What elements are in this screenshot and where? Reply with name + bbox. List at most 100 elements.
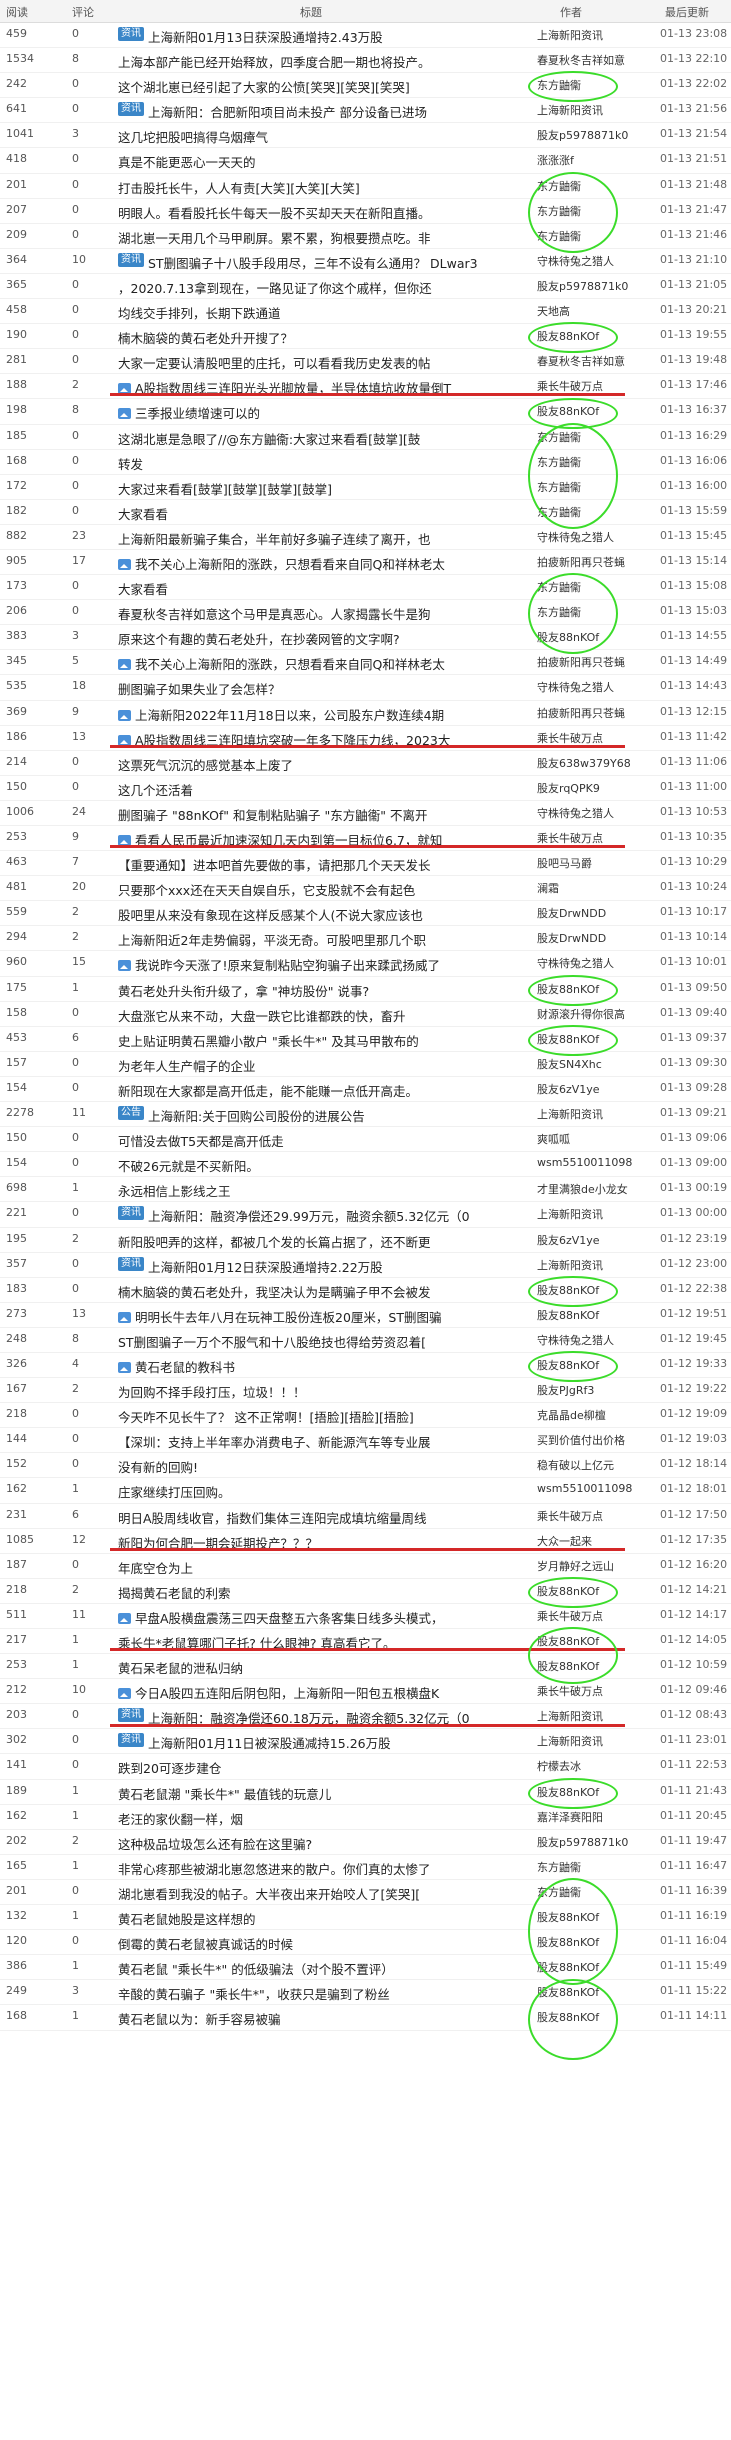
- table-row[interactable]: 218 2 揭揭黄石老鼠的利索 股友88nKOf 01-12 14:21: [0, 1579, 731, 1604]
- table-row[interactable]: 162 1 老汪的家伙翻一样，烟 嘉洋泽赛阳阳 01-11 20:45: [0, 1805, 731, 1830]
- post-title-link[interactable]: 股吧里从来没有象现在这样反感某个人(不说大家应该也: [118, 905, 526, 924]
- author-link[interactable]: 上海新阳资讯: [537, 1733, 637, 1749]
- table-row[interactable]: 207 0 明眼人。看看股托长牛每天一股不买却天天在新阳直播。 东方鼬衞 01-13 2…: [0, 199, 731, 224]
- post-title-link[interactable]: 楠木脑袋的黄石老处升，我坚决认为是瞒骗子甲不会被发: [118, 1282, 526, 1301]
- table-row[interactable]: 1534 8 上海本部产能已经开始释放，四季度合肥一期也将投产。 春夏秋冬吉祥如意 01…: [0, 48, 731, 74]
- post-title-link[interactable]: 这票死气沉沉的感觉基本上废了: [118, 755, 526, 774]
- table-row[interactable]: 1006 24 删图骗子 "88nKOf" 和复制粘贴骗子 "东方鼬衞" 不离开 守株…: [0, 801, 731, 826]
- table-row[interactable]: 641 0 资讯 上海新阳：合肥新阳项目尚未投产 部分设备已进场 上海新阳资讯 01-13…: [0, 98, 731, 124]
- table-row[interactable]: 150 0 可惜没去做T5天都是高开低走 爽呱呱 01-13 09:06: [0, 1127, 731, 1153]
- post-title-link[interactable]: 资讯 上海新阳：融资净偿还29.99万元，融资余额5.32亿元（0: [118, 1206, 526, 1225]
- post-title-link[interactable]: 我不关心上海新阳的涨跌，只想看看来自同Q和祥林老太: [118, 554, 526, 573]
- table-row[interactable]: 167 2 为回购不择手段打压，垃圾！！！ 股友PJgRf3 01-12 19:22: [0, 1378, 731, 1404]
- post-title-link[interactable]: 新阳股吧弄的这样，都被几个发的长篇占据了，还不断更: [118, 1232, 526, 1251]
- post-title-link[interactable]: 黄石呆老鼠的泄私归纳: [118, 1658, 526, 1677]
- table-row[interactable]: 242 0 这个湖北崽已经引起了大家的公愤[笑哭][笑哭][笑哭] 东方鼬衞 01-13…: [0, 73, 731, 99]
- post-title-link[interactable]: 明眼人。看看股托长牛每天一股不买却天天在新阳直播。: [118, 203, 526, 222]
- table-row[interactable]: 201 0 湖北崽看到我没的帖子。大半夜出来开始咬人了[笑哭][东方鼬衞 01-11 …: [0, 1880, 731, 1906]
- author-link[interactable]: 股友6zV1ye: [537, 1081, 637, 1097]
- table-row[interactable]: 202 2 这种极品垃圾怎么还有脸在这里骗? 股友p5978871k0 01-11 19…: [0, 1830, 731, 1855]
- table-row[interactable]: 481 20 只要那个xxx还在天天自娱自乐，它支股就不会有起色 澜霜 01-13 10…: [0, 876, 731, 902]
- author-link[interactable]: 股友PJgRf3: [537, 1382, 637, 1398]
- post-title-link[interactable]: 资讯 上海新阳01月12日获深股通增持2.22万股: [118, 1256, 526, 1276]
- table-row[interactable]: 144 0 【深圳：支持上半年率办消费电子、新能源汽车等专业展 买到价值付出价格 01-…: [0, 1428, 731, 1454]
- table-row[interactable]: 249 3 辛酸的黄石骗子 "乘长牛*"，收获只是骗到了粉丝 股友88nKOf 01-1…: [0, 1980, 731, 2006]
- post-title-link[interactable]: 黄石老鼠潮 "乘长牛*" 最值钱的玩意儿: [118, 1784, 526, 1803]
- author-link[interactable]: 春夏秋冬吉祥如意: [537, 52, 637, 68]
- post-title-link[interactable]: 这种极品垃圾怎么还有脸在这里骗?: [118, 1834, 526, 1853]
- post-title-link[interactable]: 我说昨今天涨了!原来复制粘贴空狗骗子出来蹂武扬威了: [118, 955, 526, 974]
- post-title-link[interactable]: 黄石老鼠她股是这样想的: [118, 1909, 526, 1928]
- post-title-link[interactable]: 庄家继续打压回购。: [118, 1482, 526, 1501]
- author-link[interactable]: 守株待兔之猎人: [537, 529, 637, 545]
- table-row[interactable]: 364 10 资讯 ST删图骗子十八股手段用尽，三年不设有么通用？ DLwar3 守株待…: [0, 249, 731, 274]
- table-row[interactable]: 158 0 大盘涨它从来不动，大盘一跌它比谁都跌的快，畜升 财源滚升得你很高 01-13…: [0, 1002, 731, 1027]
- table-row[interactable]: 201 0 打击股托长牛，人人有责[大笑][大笑][大笑] 东方鼬衞 01-13 21:…: [0, 174, 731, 199]
- table-row[interactable]: 168 1 黄石老鼠以为：新手容易被骗 股友88nKOf 01-11 14:11: [0, 2005, 731, 2031]
- post-title-link[interactable]: 湖北崽一天用几个马甲刷屏。累不累，狗根要攒点吃。非: [118, 228, 526, 247]
- author-link[interactable]: 股友SN4Xhc: [537, 1056, 637, 1072]
- post-title-link[interactable]: 早盘A股横盘震荡三四天盘整五六条客集日线多头模式，: [118, 1608, 526, 1627]
- author-link[interactable]: 岁月静好之远山: [537, 1558, 637, 1574]
- table-row[interactable]: 154 0 不破26元就是不买新阳。 wsm5510011098 01-13 09:00: [0, 1152, 731, 1178]
- table-row[interactable]: 175 1 黄石老处升头衔升级了，拿 "神坊股份" 说事? 股友88nKOf 01-13…: [0, 977, 731, 1002]
- author-link[interactable]: 股友DrwNDD: [537, 905, 637, 921]
- table-row[interactable]: 960 15 我说昨今天涨了!原来复制粘贴空狗骗子出来蹂武扬威了 守株待兔之猎人 01-…: [0, 951, 731, 977]
- post-title-link[interactable]: 公告 上海新阳:关于回购公司股份的进展公告: [118, 1106, 526, 1125]
- post-title-link[interactable]: 明明长牛去年八月在玩神工股份连板20厘米，ST删图骗: [118, 1307, 526, 1326]
- post-title-link[interactable]: 春夏秋冬吉祥如意这个马甲是真恶心。人家揭露长牛是狗: [118, 604, 526, 623]
- author-link[interactable]: 拍疲新阳再只苍蝇: [537, 654, 637, 670]
- table-row[interactable]: 157 0 为老年人生产帽子的企业 股友SN4Xhc 01-13 09:30: [0, 1052, 731, 1077]
- table-row[interactable]: 882 23 上海新阳最新骗子集合，半年前好多骗子连续了离开，也 守株待兔之猎人 01-…: [0, 525, 731, 550]
- table-row[interactable]: 535 18 删图骗子如果失业了会怎样？ 守株待兔之猎人 01-13 14:43: [0, 675, 731, 701]
- author-link[interactable]: 守株待兔之猎人: [537, 679, 637, 695]
- post-title-link[interactable]: 大盘涨它从来不动，大盘一跌它比谁都跌的快，畜升: [118, 1006, 526, 1025]
- table-row[interactable]: 302 0 资讯 上海新阳01月11日被深股通减持15.26万股 上海新阳资讯 01-11…: [0, 1729, 731, 1755]
- post-title-link[interactable]: 湖北崽看到我没的帖子。大半夜出来开始咬人了[笑哭][: [118, 1884, 526, 1903]
- post-title-link[interactable]: 真是不能更恶心一天天的: [118, 152, 526, 171]
- post-title-link[interactable]: 黄石老鼠的教科书: [118, 1357, 526, 1376]
- author-link[interactable]: 稳有破以上亿元: [537, 1457, 637, 1473]
- author-link[interactable]: 股友638w379Y68: [537, 755, 637, 771]
- table-row[interactable]: 187 0 年底空仓为上 岁月静好之远山 01-12 16:20: [0, 1554, 731, 1579]
- post-title-link[interactable]: 资讯 上海新阳：合肥新阳项目尚未投产 部分设备已进场: [118, 102, 526, 121]
- post-title-link[interactable]: 大家过来看看[鼓掌][鼓掌][鼓掌][鼓掌]: [118, 479, 526, 498]
- post-title-link[interactable]: 大家看看: [118, 504, 526, 523]
- table-row[interactable]: 209 0 湖北崽一天用几个马甲刷屏。累不累，狗根要攒点吃。非 东方鼬衞 01-13 2…: [0, 224, 731, 249]
- post-title-link[interactable]: 这几坨把股吧搞得乌烟瘴气: [118, 127, 526, 146]
- post-title-link[interactable]: 资讯 上海新阳01月11日被深股通减持15.26万股: [118, 1733, 526, 1752]
- post-title-link[interactable]: 老汪的家伙翻一样，烟: [118, 1809, 526, 1828]
- author-link[interactable]: 上海新阳资讯: [537, 1257, 637, 1273]
- author-link[interactable]: 股友p5978871k0: [537, 1834, 637, 1850]
- post-title-link[interactable]: 揭揭黄石老鼠的利索: [118, 1583, 526, 1602]
- table-row[interactable]: 173 0 大家看看 东方鼬衞 01-13 15:08: [0, 575, 731, 601]
- post-title-link[interactable]: 【重要通知】进本吧首先要做的事，请把那几个天天发长: [118, 855, 526, 874]
- post-title-link[interactable]: 资讯 上海新阳01月13日获深股通增持2.43万股: [118, 27, 526, 46]
- post-title-link[interactable]: 跌到20可逐步建仓: [118, 1758, 526, 1777]
- table-row[interactable]: 198 8 三季报业绩增速可以的 股友88nKOf 01-13 16:37: [0, 399, 731, 425]
- post-title-link[interactable]: 三季报业绩增速可以的: [118, 403, 526, 422]
- post-title-link[interactable]: 上海新阳近2年走势偏弱，平淡无奇。可股吧里那几个职: [118, 930, 526, 949]
- post-title-link[interactable]: 这个湖北崽已经引起了大家的公愤[笑哭][笑哭][笑哭]: [118, 77, 526, 96]
- table-row[interactable]: 253 1 黄石呆老鼠的泄私归纳 股友88nKOf 01-12 10:59: [0, 1654, 731, 1680]
- table-row[interactable]: 152 0 没有新的回购! 稳有破以上亿元 01-12 18:14: [0, 1453, 731, 1479]
- post-title-link[interactable]: 倒霉的黄石老鼠被真诚话的时候: [118, 1934, 526, 1953]
- author-link[interactable]: 澜霜: [537, 880, 637, 896]
- post-title-link[interactable]: 为回购不择手段打压，垃圾！！！: [118, 1382, 526, 1401]
- post-title-link[interactable]: 大家一定要认清股吧里的庄托，可以看看我历史发表的帖: [118, 353, 526, 372]
- post-title-link[interactable]: 这几个还活着: [118, 780, 526, 799]
- table-row[interactable]: 357 0 资讯 上海新阳01月12日获深股通增持2.22万股 上海新阳资讯 01-12 …: [0, 1253, 731, 1278]
- post-title-link[interactable]: 今日A股四五连阳后阴包阳，上海新阳一阳包五根横盘K: [118, 1683, 526, 1702]
- post-title-link[interactable]: 黄石老鼠 "乘长牛*" 的低级骗法（对个股不置评）: [118, 1959, 526, 1978]
- author-link[interactable]: 嘉洋泽赛阳阳: [537, 1809, 637, 1825]
- table-row[interactable]: 2278 11 公告 上海新阳:关于回购公司股份的进展公告 上海新阳资讯 01-13 09…: [0, 1102, 731, 1128]
- table-row[interactable]: 162 1 庄家继续打压回购。 wsm5510011098 01-12 18:01: [0, 1478, 731, 1504]
- author-link[interactable]: 东方鼬衞: [537, 1859, 637, 1875]
- post-title-link[interactable]: ST删图骗子一万个不服气和十八股绝技也得给劳资忍着[: [118, 1332, 526, 1351]
- table-row[interactable]: 120 0 倒霉的黄石老鼠被真诚话的时候 股友88nKOf 01-11 16:04: [0, 1930, 731, 1956]
- author-link[interactable]: 上海新阳资讯: [537, 1106, 637, 1122]
- post-title-link[interactable]: 删图骗子 "88nKOf" 和复制粘贴骗子 "东方鼬衞" 不离开: [118, 805, 526, 824]
- author-link[interactable]: 守株待兔之猎人: [537, 253, 637, 269]
- post-title-link[interactable]: 黄石老鼠以为：新手容易被骗: [118, 2009, 526, 2028]
- table-row[interactable]: 386 1 黄石老鼠 "乘长牛*" 的低级骗法（对个股不置评） 股友88nKOf 01-…: [0, 1955, 731, 1981]
